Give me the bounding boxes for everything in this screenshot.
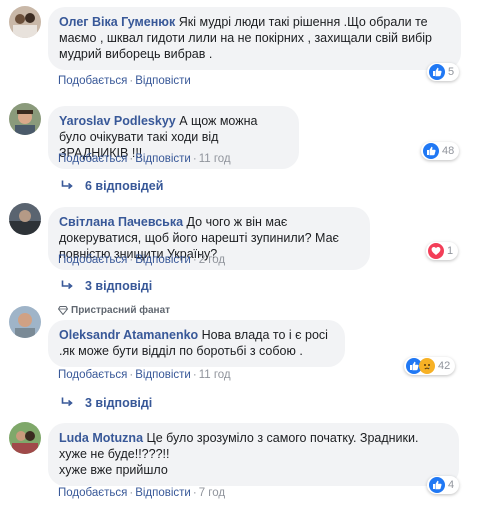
- view-replies-link[interactable]: 3 відповіді: [61, 396, 152, 410]
- comment-time[interactable]: 11 год: [199, 369, 231, 381]
- replies-label: 3 відповіді: [85, 279, 153, 293]
- reply-link[interactable]: Відповісти: [135, 487, 191, 499]
- comment-actions: Подобається · Відповісти: [58, 75, 191, 87]
- avatar[interactable]: [9, 103, 41, 135]
- reaction-summary[interactable]: 5: [427, 63, 460, 81]
- reaction-count: 4: [448, 479, 455, 491]
- comment-bubble: Oleksandr Atamanenko Нова влада то і є р…: [48, 320, 345, 367]
- like-link[interactable]: Подобається: [58, 75, 127, 87]
- reply-link[interactable]: Відповісти: [135, 75, 191, 87]
- reaction-count: 5: [448, 66, 455, 78]
- avatar[interactable]: [9, 422, 41, 454]
- reaction-summary[interactable]: 4: [427, 476, 460, 494]
- avatar[interactable]: [9, 203, 41, 235]
- reaction-count: 1: [447, 245, 454, 257]
- comment-bubble: Luda Motuzna Це було зрозуміло з самого …: [48, 423, 459, 486]
- replies-label: 3 відповіді: [85, 396, 153, 410]
- like-link[interactable]: Подобається: [58, 369, 127, 381]
- comment-time[interactable]: 2 год: [199, 254, 225, 266]
- comment-actions: Подобається · Відповісти · 7 год: [58, 487, 226, 499]
- reply-link[interactable]: Відповісти: [135, 254, 191, 266]
- comment-text-line2: хуже вже прийшло: [59, 463, 168, 477]
- comment-time[interactable]: 11 год: [199, 153, 231, 165]
- reaction-count: 48: [442, 145, 455, 157]
- reply-arrow-icon: [61, 279, 73, 293]
- reaction-summary[interactable]: 48: [421, 142, 460, 160]
- reaction-count: 42: [438, 360, 451, 372]
- top-fan-badge[interactable]: Пристрасний фанат: [58, 305, 170, 316]
- replies-label: 6 відповідей: [85, 179, 164, 193]
- reaction-summary[interactable]: 1: [426, 242, 459, 260]
- comment-author[interactable]: Oleksandr Atamanenko: [59, 328, 198, 342]
- avatar[interactable]: [9, 6, 41, 38]
- comment-author[interactable]: Yaroslav Podleskyy: [59, 114, 176, 128]
- reply-link[interactable]: Відповісти: [135, 153, 191, 165]
- diamond-icon: [58, 306, 68, 315]
- comment-author[interactable]: Світлана Пачевська: [59, 215, 183, 229]
- comment-time[interactable]: 7 год: [199, 487, 225, 499]
- like-icon: [429, 477, 445, 493]
- reply-link[interactable]: Відповісти: [135, 369, 191, 381]
- like-link[interactable]: Подобається: [58, 487, 127, 499]
- comment-author[interactable]: Luda Motuzna: [59, 431, 143, 445]
- comment-actions: Подобається · Відповісти · 11 год: [58, 153, 231, 165]
- reply-arrow-icon: [61, 396, 73, 410]
- comment-actions: Подобається · Відповісти · 2 год: [58, 254, 226, 266]
- like-icon: [423, 143, 439, 159]
- reply-arrow-icon: [61, 179, 73, 193]
- love-icon: [428, 243, 444, 259]
- view-replies-link[interactable]: 3 відповіді: [61, 279, 152, 293]
- badge-label: Пристрасний фанат: [71, 305, 171, 316]
- comment-bubble: Олег Віка Гуменюк Які мудрі люди такі рі…: [48, 7, 461, 70]
- reaction-summary[interactable]: 42: [404, 357, 456, 375]
- like-link[interactable]: Подобається: [58, 254, 127, 266]
- sad-icon: [419, 358, 435, 374]
- like-icon: [429, 64, 445, 80]
- view-replies-link[interactable]: 6 відповідей: [61, 179, 163, 193]
- comment-author[interactable]: Олег Віка Гуменюк: [59, 15, 175, 29]
- avatar[interactable]: [9, 306, 41, 338]
- comment-actions: Подобається · Відповісти · 11 год: [58, 369, 231, 381]
- like-link[interactable]: Подобається: [58, 153, 127, 165]
